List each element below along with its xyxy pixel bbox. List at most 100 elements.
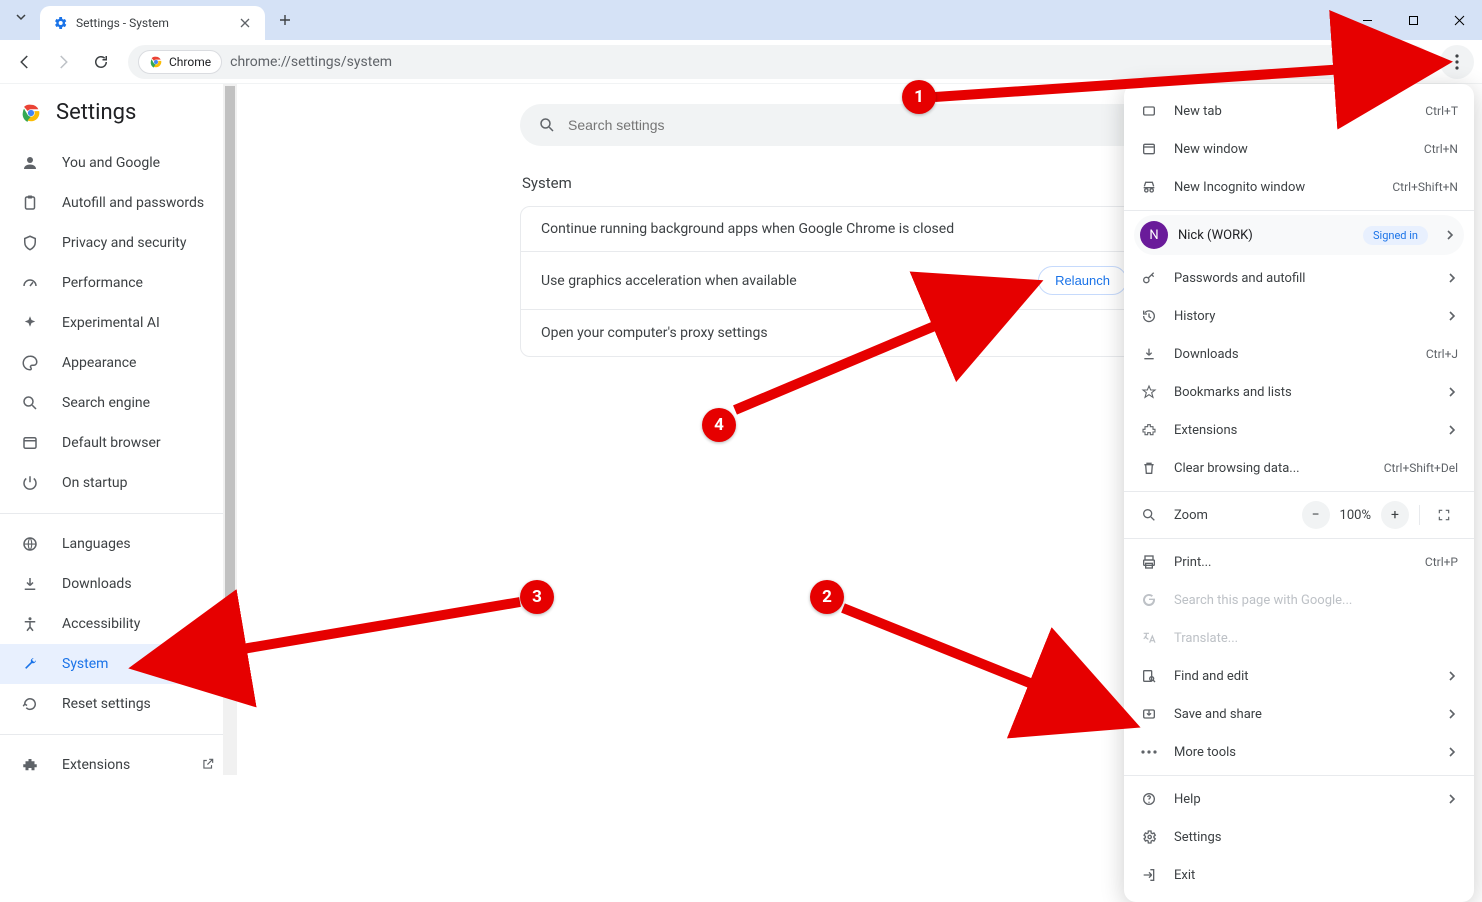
menu-new-tab[interactable]: New tabCtrl+T bbox=[1124, 92, 1474, 130]
gear-icon bbox=[1140, 829, 1158, 845]
help-icon bbox=[1140, 791, 1158, 807]
sidebar-item-on-startup[interactable]: On startup bbox=[0, 463, 237, 503]
url-text: chrome://settings/system bbox=[230, 54, 392, 70]
window-titlebar: Settings - System bbox=[0, 0, 1482, 40]
back-button[interactable] bbox=[8, 45, 42, 79]
settings-title: Settings bbox=[56, 100, 136, 125]
setting-row-graphics-accel: Use graphics acceleration when available… bbox=[521, 251, 1199, 309]
chevron-right-icon bbox=[1446, 793, 1458, 805]
window-icon bbox=[1140, 141, 1158, 157]
chevron-right-icon bbox=[1446, 272, 1458, 284]
menu-find-edit[interactable]: Find and edit bbox=[1124, 657, 1474, 695]
reload-button[interactable] bbox=[84, 45, 118, 79]
print-icon bbox=[1140, 554, 1158, 570]
menu-clear-data[interactable]: Clear browsing data...Ctrl+Shift+Del bbox=[1124, 449, 1474, 487]
sidebar-item-search-engine[interactable]: Search engine bbox=[0, 383, 237, 423]
menu-settings[interactable]: Settings bbox=[1124, 818, 1474, 856]
wrench-icon bbox=[20, 655, 40, 673]
menu-save-share[interactable]: Save and share bbox=[1124, 695, 1474, 733]
setting-row-proxy[interactable]: Open your computer's proxy settings bbox=[521, 309, 1199, 356]
tab-icon bbox=[1140, 103, 1158, 119]
forward-button[interactable] bbox=[46, 45, 80, 79]
star-icon bbox=[1140, 384, 1158, 400]
search-field[interactable] bbox=[568, 117, 1182, 133]
bookmark-star-icon[interactable] bbox=[1402, 53, 1420, 71]
relaunch-button[interactable]: Relaunch bbox=[1038, 266, 1127, 295]
menu-new-window[interactable]: New windowCtrl+N bbox=[1124, 130, 1474, 168]
trash-icon bbox=[1140, 460, 1158, 476]
chevron-right-icon bbox=[1446, 310, 1458, 322]
chrome-menu-button[interactable] bbox=[1440, 45, 1474, 79]
browser-toolbar: Chrome chrome://settings/system bbox=[0, 40, 1482, 84]
site-chip[interactable]: Chrome bbox=[138, 50, 222, 74]
palette-icon bbox=[20, 354, 40, 372]
menu-new-incognito[interactable]: New Incognito windowCtrl+Shift+N bbox=[1124, 168, 1474, 206]
more-icon bbox=[1140, 750, 1158, 754]
address-bar[interactable]: Chrome chrome://settings/system bbox=[128, 45, 1430, 79]
globe-icon bbox=[20, 535, 40, 553]
menu-print[interactable]: Print...Ctrl+P bbox=[1124, 543, 1474, 581]
find-icon bbox=[1140, 668, 1158, 684]
menu-profile-row[interactable]: N Nick (WORK) Signed in bbox=[1134, 215, 1464, 255]
zoom-icon bbox=[1140, 507, 1158, 523]
tab-title: Settings - System bbox=[76, 16, 229, 30]
sidebar-item-autofill[interactable]: Autofill and passwords bbox=[0, 183, 237, 223]
gear-icon bbox=[52, 15, 68, 31]
maximize-button[interactable] bbox=[1390, 0, 1436, 40]
menu-passwords[interactable]: Passwords and autofill bbox=[1124, 259, 1474, 297]
sidebar-item-performance[interactable]: Performance bbox=[0, 263, 237, 303]
menu-help[interactable]: Help bbox=[1124, 780, 1474, 818]
sidebar-item-appearance[interactable]: Appearance bbox=[0, 343, 237, 383]
sidebar-item-you-and-google[interactable]: You and Google bbox=[0, 143, 237, 183]
menu-history[interactable]: History bbox=[1124, 297, 1474, 335]
chevron-right-icon bbox=[1446, 746, 1458, 758]
accessibility-icon bbox=[20, 615, 40, 633]
menu-zoom: Zoom − 100% + bbox=[1124, 496, 1474, 534]
sidebar-item-accessibility[interactable]: Accessibility bbox=[0, 604, 237, 644]
menu-more-tools[interactable]: More tools bbox=[1124, 733, 1474, 771]
sidebar-item-experimental-ai[interactable]: Experimental AI bbox=[0, 303, 237, 343]
divider bbox=[0, 734, 237, 735]
chevron-right-icon bbox=[1444, 229, 1456, 241]
key-icon bbox=[1140, 270, 1158, 286]
browser-tab-active[interactable]: Settings - System bbox=[40, 6, 265, 40]
new-tab-button[interactable] bbox=[271, 6, 299, 34]
tab-search-button[interactable] bbox=[8, 4, 34, 30]
sidebar-item-reset[interactable]: Reset settings bbox=[0, 684, 237, 724]
speedometer-icon bbox=[20, 274, 40, 292]
clipboard-icon bbox=[20, 194, 40, 212]
reset-icon bbox=[20, 695, 40, 713]
menu-exit[interactable]: Exit bbox=[1124, 856, 1474, 894]
menu-bookmarks[interactable]: Bookmarks and lists bbox=[1124, 373, 1474, 411]
system-settings-card: Continue running background apps when Go… bbox=[520, 206, 1200, 357]
scrollbar-thumb[interactable] bbox=[225, 86, 235, 656]
sidebar-item-extensions[interactable]: Extensions bbox=[0, 745, 237, 785]
menu-extensions[interactable]: Extensions bbox=[1124, 411, 1474, 449]
sidebar-item-default-browser[interactable]: Default browser bbox=[0, 423, 237, 463]
zoom-in-button[interactable]: + bbox=[1381, 501, 1409, 529]
menu-downloads[interactable]: DownloadsCtrl+J bbox=[1124, 335, 1474, 373]
annotation-badge-4: 4 bbox=[702, 408, 736, 442]
sidebar-item-system[interactable]: System bbox=[0, 644, 237, 684]
zoom-out-button[interactable]: − bbox=[1302, 501, 1330, 529]
divider bbox=[0, 513, 237, 514]
save-icon bbox=[1140, 706, 1158, 722]
extension-icon bbox=[20, 756, 40, 774]
avatar: N bbox=[1140, 221, 1168, 249]
sidebar-item-languages[interactable]: Languages bbox=[0, 524, 237, 564]
chrome-logo-icon bbox=[20, 102, 42, 124]
close-tab-button[interactable] bbox=[237, 15, 253, 31]
search-settings-input[interactable] bbox=[520, 104, 1200, 146]
extension-icon bbox=[1140, 422, 1158, 438]
setting-row-background-apps: Continue running background apps when Go… bbox=[521, 207, 1199, 251]
sidebar-item-downloads[interactable]: Downloads bbox=[0, 564, 237, 604]
minimize-button[interactable] bbox=[1344, 0, 1390, 40]
sidebar-item-privacy[interactable]: Privacy and security bbox=[0, 223, 237, 263]
google-icon bbox=[1140, 592, 1158, 608]
chevron-right-icon bbox=[1446, 424, 1458, 436]
person-icon bbox=[20, 154, 40, 172]
fullscreen-button[interactable] bbox=[1430, 501, 1458, 529]
close-window-button[interactable] bbox=[1436, 0, 1482, 40]
profile-name: Nick (WORK) bbox=[1178, 228, 1253, 243]
scrollbar[interactable] bbox=[223, 84, 237, 775]
